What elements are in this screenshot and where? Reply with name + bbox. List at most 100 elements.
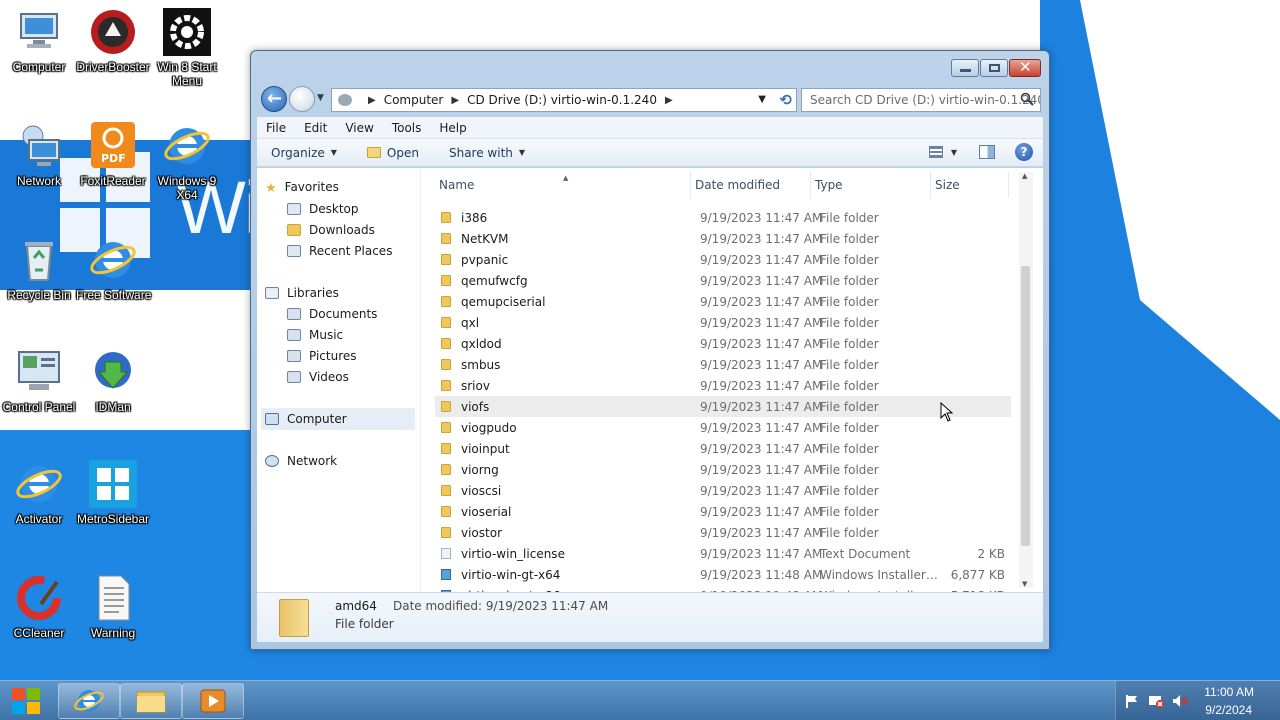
- nav-documents[interactable]: Documents: [287, 307, 377, 321]
- taskbar-media-player[interactable]: [182, 683, 244, 719]
- chevron-down-icon[interactable]: ▼: [951, 148, 957, 157]
- desktop-icon-driverbooster[interactable]: DriverBooster: [76, 8, 150, 74]
- menu-view[interactable]: View: [336, 121, 382, 135]
- desktop-icon-foxitreader[interactable]: PDF FoxitReader: [76, 122, 150, 188]
- table-row[interactable]: virtio-win_license 9/19/2023 11:47 AM Text…: [435, 543, 1011, 564]
- table-row[interactable]: viorng 9/19/2023 11:47 AM File folder: [435, 459, 1011, 480]
- desktop-icon-computer[interactable]: Computer: [2, 8, 76, 74]
- start-button[interactable]: [6, 685, 46, 717]
- clock-time[interactable]: 11:00 AM: [1204, 685, 1254, 699]
- file-date-modified: 9/19/2023 11:47 AM: [700, 378, 823, 393]
- table-row[interactable]: NetKVM 9/19/2023 11:47 AM File folder: [435, 228, 1011, 249]
- organize-button[interactable]: Organize ▼: [271, 146, 337, 160]
- nav-downloads[interactable]: Downloads: [287, 223, 375, 237]
- desktop-icon-free-software[interactable]: Free Software: [76, 236, 151, 302]
- nav-videos[interactable]: Videos: [287, 370, 349, 384]
- menu-edit[interactable]: Edit: [295, 121, 336, 135]
- nav-libraries[interactable]: Libraries: [265, 286, 339, 300]
- address-dropdown-icon[interactable]: ▼: [758, 94, 766, 105]
- clock-date[interactable]: 9/2/2024: [1205, 703, 1252, 717]
- table-row[interactable]: pvpanic 9/19/2023 11:47 AM File folder: [435, 249, 1011, 270]
- maximize-button[interactable]: [980, 59, 1008, 77]
- taskbar-file-explorer[interactable]: [120, 683, 182, 719]
- close-button[interactable]: ✕: [1009, 58, 1041, 77]
- chevron-right-icon[interactable]: ▶: [665, 95, 673, 106]
- desktop-icon-windows9[interactable]: Windows 9 X64: [150, 122, 224, 202]
- menu-file[interactable]: File: [257, 121, 295, 135]
- chevron-right-icon[interactable]: ▶: [368, 95, 376, 106]
- desktop-icon-recycle-bin[interactable]: Recycle Bin: [2, 236, 76, 302]
- desktop-icon-idman[interactable]: IDMan: [76, 348, 150, 414]
- back-button[interactable]: ←: [261, 86, 287, 112]
- nav-recent-places[interactable]: Recent Places: [287, 244, 392, 258]
- volume-muted-icon[interactable]: [1172, 694, 1188, 711]
- menu-help[interactable]: Help: [430, 121, 475, 135]
- table-row[interactable]: i386 9/19/2023 11:47 AM File folder: [435, 207, 1011, 228]
- table-row[interactable]: viofs 9/19/2023 11:47 AM File folder: [435, 396, 1011, 417]
- desktop-icon-network[interactable]: Network: [2, 122, 76, 188]
- desktop-icon-activator[interactable]: Activator: [2, 460, 76, 526]
- desktop-icon-warning[interactable]: Warning: [76, 574, 150, 640]
- menu-tools[interactable]: Tools: [383, 121, 431, 135]
- chevron-down-icon[interactable]: ▼: [317, 93, 324, 103]
- details-item-type: File folder: [335, 617, 394, 631]
- nav-libraries-label: Libraries: [287, 286, 339, 300]
- table-row[interactable]: vioscsi 9/19/2023 11:47 AM File folder: [435, 480, 1011, 501]
- desktop-icon-win8-start-menu[interactable]: Win 8 Start Menu: [150, 8, 224, 88]
- breadcrumb-computer[interactable]: Computer: [384, 93, 444, 107]
- column-size[interactable]: Size: [931, 172, 1009, 198]
- change-view-icon[interactable]: [928, 146, 943, 158]
- desktop-icon-ccleaner[interactable]: CCleaner: [2, 574, 76, 640]
- column-date-modified[interactable]: Date modified: [691, 172, 811, 198]
- network-disconnected-icon[interactable]: [1148, 694, 1164, 711]
- nav-computer[interactable]: Computer: [265, 412, 347, 426]
- breadcrumb-cd-drive[interactable]: CD Drive (D:) virtio-win-0.1.240: [467, 93, 657, 107]
- close-icon: ✕: [1019, 58, 1032, 76]
- menu-bar: File Edit View Tools Help: [257, 117, 1043, 139]
- taskbar-internet-explorer[interactable]: [58, 683, 120, 719]
- chevron-right-icon[interactable]: ▶: [451, 95, 459, 106]
- file-rows: i386 9/19/2023 11:47 AM File folder NetKVM 9…: [435, 207, 1011, 592]
- vertical-scrollbar[interactable]: ▲ ▼: [1019, 172, 1033, 588]
- nav-pictures[interactable]: Pictures: [287, 349, 357, 363]
- table-row[interactable]: virtio-win-gt-x869/19/2023 11:48 AMWindo…: [435, 585, 1011, 592]
- minimize-button[interactable]: [951, 59, 979, 77]
- table-row[interactable]: viostor 9/19/2023 11:47 AM File folder: [435, 522, 1011, 543]
- open-button[interactable]: Open: [366, 146, 419, 160]
- folder-icon: [441, 317, 451, 328]
- refresh-icon[interactable]: ⟲: [779, 91, 792, 109]
- table-row[interactable]: vioserial 9/19/2023 11:47 AM File folder: [435, 501, 1011, 522]
- file-date-modified: 9/19/2023 11:47 AM: [700, 231, 823, 246]
- scrollbar-thumb[interactable]: [1021, 266, 1030, 546]
- address-bar[interactable]: ▶ Computer ▶ CD Drive (D:) virtio-win-0.…: [331, 88, 797, 112]
- table-row[interactable]: qemupciserial 9/19/2023 11:47 AM File fold…: [435, 291, 1011, 312]
- table-row[interactable]: smbus 9/19/2023 11:47 AM File folder: [435, 354, 1011, 375]
- folder-icon: [441, 254, 451, 265]
- table-row[interactable]: vioinput 9/19/2023 11:47 AM File folder: [435, 438, 1011, 459]
- table-row[interactable]: qxldod 9/19/2023 11:47 AM File folder: [435, 333, 1011, 354]
- flag-icon[interactable]: [1124, 694, 1138, 711]
- desktop-icon-metrosidebar[interactable]: MetroSidebar: [76, 460, 150, 526]
- column-type[interactable]: Type: [811, 172, 931, 198]
- desktop-icon-control-panel[interactable]: Control Panel: [2, 348, 76, 414]
- nav-favorites[interactable]: ★ Favorites: [265, 180, 339, 196]
- nav-desktop[interactable]: Desktop: [287, 202, 359, 216]
- share-with-button[interactable]: Share with ▼: [449, 146, 525, 160]
- forward-button[interactable]: [289, 86, 315, 112]
- file-type: File folder: [820, 483, 879, 498]
- scroll-up-icon[interactable]: ▲: [1022, 172, 1027, 180]
- table-row[interactable]: virtio-win-gt-x64 9/19/2023 11:48 AM Windo…: [435, 564, 1011, 585]
- table-row[interactable]: sriov 9/19/2023 11:47 AM File folder: [435, 375, 1011, 396]
- search-input[interactable]: Search CD Drive (D:) virtio-win-0.1.240: [801, 88, 1041, 112]
- control-panel-icon: [15, 348, 63, 396]
- nav-music[interactable]: Music: [287, 328, 343, 342]
- table-row[interactable]: viogpudo 9/19/2023 11:47 AM File folder: [435, 417, 1011, 438]
- nav-network[interactable]: Network: [265, 454, 337, 468]
- table-row[interactable]: qxl 9/19/2023 11:47 AM File folder: [435, 312, 1011, 333]
- table-row[interactable]: qemufwcfg 9/19/2023 11:47 AM File folder: [435, 270, 1011, 291]
- search-icon[interactable]: [1020, 92, 1034, 109]
- file-date-modified: 9/19/2023 11:48 AM: [700, 567, 823, 582]
- scroll-down-icon[interactable]: ▼: [1022, 580, 1027, 588]
- help-icon[interactable]: ?: [1015, 143, 1033, 161]
- preview-pane-icon[interactable]: [979, 145, 995, 159]
